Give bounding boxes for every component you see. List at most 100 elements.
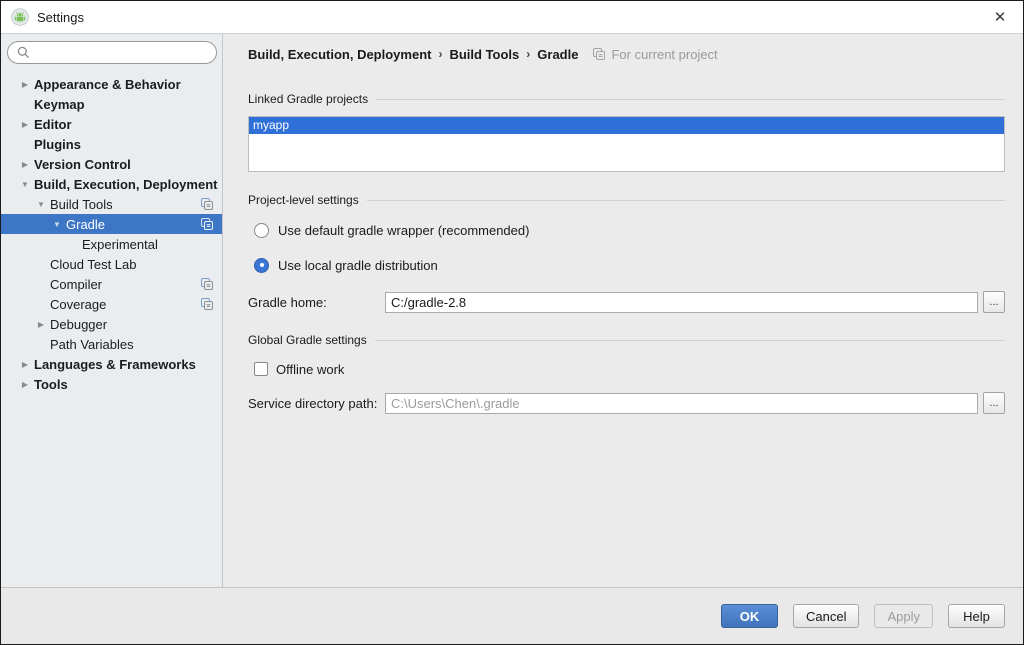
- ok-button[interactable]: OK: [721, 604, 778, 628]
- section-divider: [375, 340, 1005, 341]
- title-bar: Settings ✕: [1, 1, 1023, 34]
- chevron-down-icon[interactable]: ▼: [16, 180, 34, 189]
- chevron-down-icon[interactable]: ▼: [32, 200, 50, 209]
- sidebar-item-languages-frameworks[interactable]: ▶Languages & Frameworks: [1, 354, 222, 374]
- settings-sidebar: ▶Appearance & BehaviorKeymap▶EditorPlugi…: [1, 34, 223, 587]
- section-title: Project-level settings: [248, 193, 359, 207]
- per-project-settings-icon: [200, 297, 214, 311]
- breadcrumb-separator: ›: [526, 47, 530, 61]
- sidebar-item-build-tools[interactable]: ▼Build Tools: [1, 194, 222, 214]
- gradle-home-browse-button[interactable]: ...: [983, 291, 1005, 313]
- breadcrumb-item-build-execution-deployment[interactable]: Build, Execution, Deployment: [248, 47, 431, 62]
- section-title: Linked Gradle projects: [248, 92, 368, 106]
- gradle-home-label: Gradle home:: [248, 295, 385, 310]
- sidebar-item-label: Debugger: [50, 317, 107, 332]
- search-area: [1, 34, 222, 72]
- per-project-settings-icon: [200, 217, 214, 231]
- sidebar-item-gradle[interactable]: ▼Gradle: [1, 214, 222, 234]
- sidebar-item-label: Appearance & Behavior: [34, 77, 181, 92]
- sidebar-item-label: Build, Execution, Deployment: [34, 177, 217, 192]
- sidebar-item-debugger[interactable]: ▶Debugger: [1, 314, 222, 334]
- sidebar-item-path-variables[interactable]: Path Variables: [1, 334, 222, 354]
- radio-button-use-local-gradle-distribution[interactable]: [254, 258, 269, 273]
- chevron-right-icon[interactable]: ▶: [16, 120, 34, 129]
- gradle-home-row: Gradle home: ...: [248, 291, 1005, 313]
- sidebar-item-plugins[interactable]: Plugins: [1, 134, 222, 154]
- settings-content: Build, Execution, Deployment › Build Tools…: [223, 34, 1023, 587]
- search-icon: [17, 46, 30, 59]
- chevron-down-icon[interactable]: ▼: [48, 220, 66, 229]
- offline-work-label: Offline work: [276, 362, 344, 377]
- settings-tree: ▶Appearance & BehaviorKeymap▶EditorPlugi…: [1, 74, 222, 394]
- sidebar-item-label: Cloud Test Lab: [50, 257, 137, 272]
- section-global-gradle-settings: Global Gradle settings: [248, 333, 1005, 347]
- radio-row-use-default-gradle-wrapper-recommended[interactable]: Use default gradle wrapper (recommended): [254, 221, 1005, 239]
- sidebar-item-editor[interactable]: ▶Editor: [1, 114, 222, 134]
- chevron-right-icon[interactable]: ▶: [16, 160, 34, 169]
- sidebar-item-coverage[interactable]: Coverage: [1, 294, 222, 314]
- sidebar-item-appearance-behavior[interactable]: ▶Appearance & Behavior: [1, 74, 222, 94]
- service-directory-browse-button[interactable]: ...: [983, 392, 1005, 414]
- cancel-button[interactable]: Cancel: [793, 604, 859, 628]
- help-button[interactable]: Help: [948, 604, 1005, 628]
- offline-work-row[interactable]: Offline work: [254, 361, 1005, 377]
- section-title: Global Gradle settings: [248, 333, 367, 347]
- linked-projects-list[interactable]: myapp: [248, 116, 1005, 172]
- chevron-right-icon[interactable]: ▶: [16, 380, 34, 389]
- sidebar-item-compiler[interactable]: Compiler: [1, 274, 222, 294]
- sidebar-item-label: Experimental: [82, 237, 158, 252]
- chevron-right-icon[interactable]: ▶: [16, 360, 34, 369]
- per-project-settings-icon: [592, 47, 606, 61]
- section-divider: [367, 200, 1005, 201]
- sidebar-item-label: Coverage: [50, 297, 106, 312]
- sidebar-item-label: Tools: [34, 377, 68, 392]
- apply-button: Apply: [874, 604, 933, 628]
- sidebar-item-version-control[interactable]: ▶Version Control: [1, 154, 222, 174]
- service-directory-row: Service directory path: ...: [248, 392, 1005, 414]
- chevron-right-icon[interactable]: ▶: [16, 80, 34, 89]
- dialog-body: ▶Appearance & BehaviorKeymap▶EditorPlugi…: [1, 34, 1023, 587]
- sidebar-item-label: Path Variables: [50, 337, 134, 352]
- sidebar-item-cloud-test-lab[interactable]: Cloud Test Lab: [1, 254, 222, 274]
- close-icon[interactable]: ✕: [987, 8, 1013, 26]
- sidebar-item-label: Keymap: [34, 97, 85, 112]
- sidebar-item-label: Languages & Frameworks: [34, 357, 196, 372]
- sidebar-item-label: Gradle: [66, 217, 105, 232]
- sidebar-item-label: Plugins: [34, 137, 81, 152]
- sidebar-item-tools[interactable]: ▶Tools: [1, 374, 222, 394]
- offline-work-checkbox[interactable]: [254, 362, 268, 376]
- breadcrumb: Build, Execution, Deployment › Build Tools…: [248, 44, 1005, 64]
- chevron-right-icon[interactable]: ▶: [32, 320, 50, 329]
- sidebar-item-label: Editor: [34, 117, 72, 132]
- sidebar-item-keymap[interactable]: Keymap: [1, 94, 222, 114]
- breadcrumb-item-build-tools[interactable]: Build Tools: [449, 47, 519, 62]
- radio-row-use-local-gradle-distribution[interactable]: Use local gradle distribution: [254, 256, 1005, 274]
- section-linked-gradle-projects: Linked Gradle projects: [248, 92, 1005, 106]
- sidebar-item-label: Build Tools: [50, 197, 113, 212]
- android-studio-icon: [11, 8, 29, 26]
- sidebar-item-experimental[interactable]: Experimental: [1, 234, 222, 254]
- radio-label: Use local gradle distribution: [278, 258, 438, 273]
- sidebar-item-build-execution-deployment[interactable]: ▼Build, Execution, Deployment: [1, 174, 222, 194]
- settings-dialog: Settings ✕ ▶Appearance & BehaviorKeymap▶…: [0, 0, 1024, 645]
- search-box[interactable]: [7, 41, 217, 64]
- breadcrumb-items: Build, Execution, Deployment › Build Tools…: [248, 47, 578, 62]
- section-project-level-settings: Project-level settings: [248, 193, 1005, 207]
- context-label: For current project: [611, 47, 717, 62]
- per-project-settings-icon: [200, 197, 214, 211]
- radio-button-use-default-gradle-wrapper-recommended[interactable]: [254, 223, 269, 238]
- radio-label: Use default gradle wrapper (recommended): [278, 223, 529, 238]
- service-directory-input[interactable]: [385, 393, 978, 414]
- gradle-distribution-radio-group: Use default gradle wrapper (recommended)…: [248, 221, 1005, 274]
- for-current-project-badge: For current project: [592, 47, 717, 62]
- search-input[interactable]: [35, 45, 207, 60]
- section-divider: [376, 99, 1005, 100]
- dialog-footer: OK Cancel Apply Help: [1, 587, 1023, 644]
- linked-project-row-myapp[interactable]: myapp: [249, 117, 1004, 134]
- breadcrumb-item-gradle[interactable]: Gradle: [537, 47, 578, 62]
- breadcrumb-separator: ›: [438, 47, 442, 61]
- per-project-settings-icon: [200, 277, 214, 291]
- gradle-home-input[interactable]: [385, 292, 978, 313]
- window-title: Settings: [37, 10, 84, 25]
- service-directory-label: Service directory path:: [248, 396, 385, 411]
